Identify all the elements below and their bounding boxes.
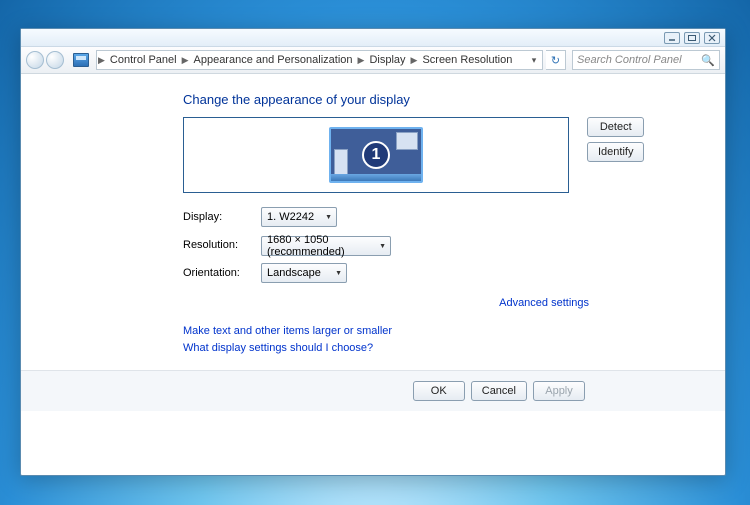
chevron-right-icon[interactable]: ▶ [181, 55, 190, 66]
inner-content: Change the appearance of your display 1 … [21, 74, 725, 370]
help-links: Make text and other items larger or smal… [183, 325, 725, 370]
screen-resolution-window: ▶ Control Panel ▶ Appearance and Persona… [20, 28, 726, 476]
display-value: 1. W2242 [267, 211, 314, 223]
crumb-control-panel[interactable]: Control Panel [106, 54, 181, 66]
preview-row: 1 Detect Identify [183, 117, 725, 193]
search-box[interactable]: 🔍 [572, 50, 720, 70]
search-input[interactable] [577, 54, 697, 66]
monitor-1[interactable]: 1 [329, 127, 423, 183]
chevron-right-icon[interactable]: ▶ [97, 55, 106, 66]
breadcrumb[interactable]: ▶ Control Panel ▶ Appearance and Persona… [96, 50, 543, 70]
chevron-right-icon[interactable]: ▶ [410, 55, 419, 66]
preview-taskbar [331, 174, 421, 181]
orientation-label: Orientation: [183, 267, 261, 279]
back-button[interactable] [26, 51, 44, 69]
advanced-row: Advanced settings [183, 293, 589, 311]
forward-button[interactable] [46, 51, 64, 69]
preview-window-icon [396, 132, 418, 150]
orientation-value: Landscape [267, 267, 321, 279]
ok-button[interactable]: OK [413, 381, 465, 401]
page-title: Change the appearance of your display [183, 92, 725, 107]
titlebar [21, 29, 725, 47]
advanced-settings-link[interactable]: Advanced settings [499, 297, 589, 309]
crumb-screen-resolution[interactable]: Screen Resolution [418, 54, 516, 66]
resolution-select[interactable]: 1680 × 1050 (recommended) [261, 236, 391, 256]
minimize-button[interactable] [664, 32, 680, 44]
content-area: Change the appearance of your display 1 … [21, 74, 725, 475]
chevron-right-icon[interactable]: ▶ [357, 55, 366, 66]
display-preview[interactable]: 1 [183, 117, 569, 193]
display-select[interactable]: 1. W2242 [261, 207, 337, 227]
orientation-select[interactable]: Landscape [261, 263, 347, 283]
preview-window-icon [334, 149, 348, 177]
cancel-button[interactable]: Cancel [471, 381, 527, 401]
text-size-link[interactable]: Make text and other items larger or smal… [183, 325, 725, 337]
crumb-appearance[interactable]: Appearance and Personalization [190, 54, 357, 66]
resolution-label: Resolution: [183, 239, 261, 251]
monitor-number: 1 [362, 141, 390, 169]
search-icon: 🔍 [701, 54, 715, 67]
crumb-display[interactable]: Display [365, 54, 409, 66]
action-bar: OK Cancel Apply [21, 371, 725, 411]
toolbar: ▶ Control Panel ▶ Appearance and Persona… [21, 47, 725, 74]
breadcrumb-dropdown-icon[interactable]: ▾ [526, 55, 542, 66]
apply-button[interactable]: Apply [533, 381, 585, 401]
maximize-button[interactable] [684, 32, 700, 44]
settings-form: Display: 1. W2242 Resolution: 1680 × 105… [183, 207, 725, 283]
display-label: Display: [183, 211, 261, 223]
refresh-button[interactable]: ↻ [546, 50, 566, 70]
location-icon [73, 53, 89, 67]
close-button[interactable] [704, 32, 720, 44]
detect-button[interactable]: Detect [587, 117, 644, 137]
detect-column: Detect Identify [587, 117, 644, 162]
identify-button[interactable]: Identify [587, 142, 644, 162]
help-link[interactable]: What display settings should I choose? [183, 342, 725, 354]
nav-buttons [26, 51, 64, 69]
resolution-value: 1680 × 1050 (recommended) [267, 234, 372, 258]
